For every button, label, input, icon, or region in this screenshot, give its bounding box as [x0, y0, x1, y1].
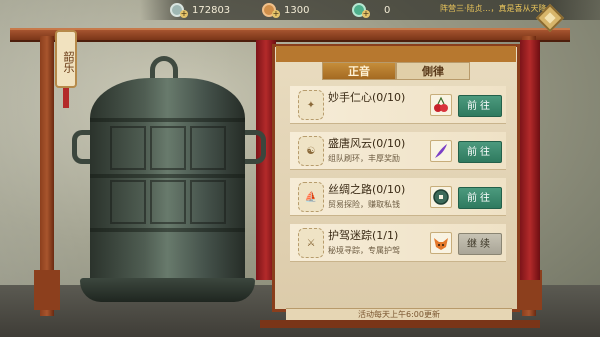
game-scene: 韶乐 + 172803 + 1300 + 0 阵营三·陆贞…，真是喜从天降 正音	[0, 0, 600, 337]
go-button[interactable]: 前往	[458, 95, 502, 117]
bronze-bell[interactable]	[90, 78, 245, 293]
coin-icon	[430, 186, 452, 208]
resource-copper[interactable]: + 1300	[262, 2, 309, 18]
task-title: 丝绸之路(0/10)	[328, 183, 406, 196]
music-sign: 韶乐	[55, 30, 77, 88]
warrior-icon: ⚔	[298, 228, 324, 258]
fox-icon	[430, 232, 452, 254]
bell-lip	[80, 278, 255, 302]
sign-tassel	[63, 88, 69, 108]
task-row: ☯ 盛唐风云(0/10) 组队刷环，丰厚奖励 前往	[290, 132, 506, 170]
task-emblem-icon: ☯	[298, 136, 324, 166]
bell-band	[90, 228, 245, 232]
ship-icon: ⛵	[298, 182, 324, 212]
task-desc: 贸易探险，赚取私钱	[328, 200, 400, 209]
resource-silver[interactable]: + 172803	[170, 2, 230, 18]
bell-panel	[190, 180, 226, 224]
tab-zhengyin[interactable]: 正音	[322, 62, 396, 80]
task-emblem-icon: ✦	[298, 90, 324, 120]
task-desc: 组队刷环，丰厚奖励	[328, 154, 400, 163]
task-desc: 秘境寻踪，专属护驾	[328, 246, 400, 255]
top-beam	[10, 28, 570, 42]
bottom-beam	[260, 320, 540, 328]
task-row: ⚔ 护驾迷踪(1/1) 秘境寻踪，专属护驾 继续	[290, 224, 506, 262]
continue-button[interactable]: 继续	[458, 233, 502, 255]
go-button[interactable]: 前往	[458, 141, 502, 163]
panel-header	[276, 46, 516, 62]
task-title: 护驾迷踪(1/1)	[328, 229, 399, 242]
curtain-right	[520, 40, 540, 280]
bell-panel	[110, 126, 146, 170]
task-title: 盛唐风云(0/10)	[328, 137, 406, 150]
copper-amount: 1300	[284, 4, 310, 16]
add-icon[interactable]: +	[180, 10, 188, 18]
bell-panel	[110, 180, 146, 224]
purple-feather-icon	[430, 140, 452, 162]
close-icon	[544, 12, 556, 24]
go-button[interactable]: 前往	[458, 187, 502, 209]
add-icon[interactable]: +	[362, 10, 370, 18]
tab-bar: 正音 側律	[322, 62, 470, 82]
bell-panel	[150, 180, 186, 224]
task-row: ✦ 妙手仁心(0/10) 前往	[290, 86, 506, 124]
bell-panel	[150, 126, 186, 170]
task-row: ⛵ 丝绸之路(0/10) 贸易探险，赚取私钱 前往	[290, 178, 506, 216]
jade-amount: 0	[384, 4, 391, 16]
bell-handle-right	[244, 130, 266, 164]
tab-celv[interactable]: 側律	[396, 62, 470, 80]
silver-amount: 172803	[192, 4, 231, 16]
bell-band	[90, 174, 245, 178]
left-base	[34, 270, 60, 310]
bell-band	[90, 118, 245, 122]
bell-panel	[190, 126, 226, 170]
add-icon[interactable]: +	[272, 10, 280, 18]
task-title: 妙手仁心(0/10)	[328, 91, 406, 104]
resource-jade[interactable]: + 0	[352, 2, 390, 18]
cherry-icon	[430, 94, 452, 116]
